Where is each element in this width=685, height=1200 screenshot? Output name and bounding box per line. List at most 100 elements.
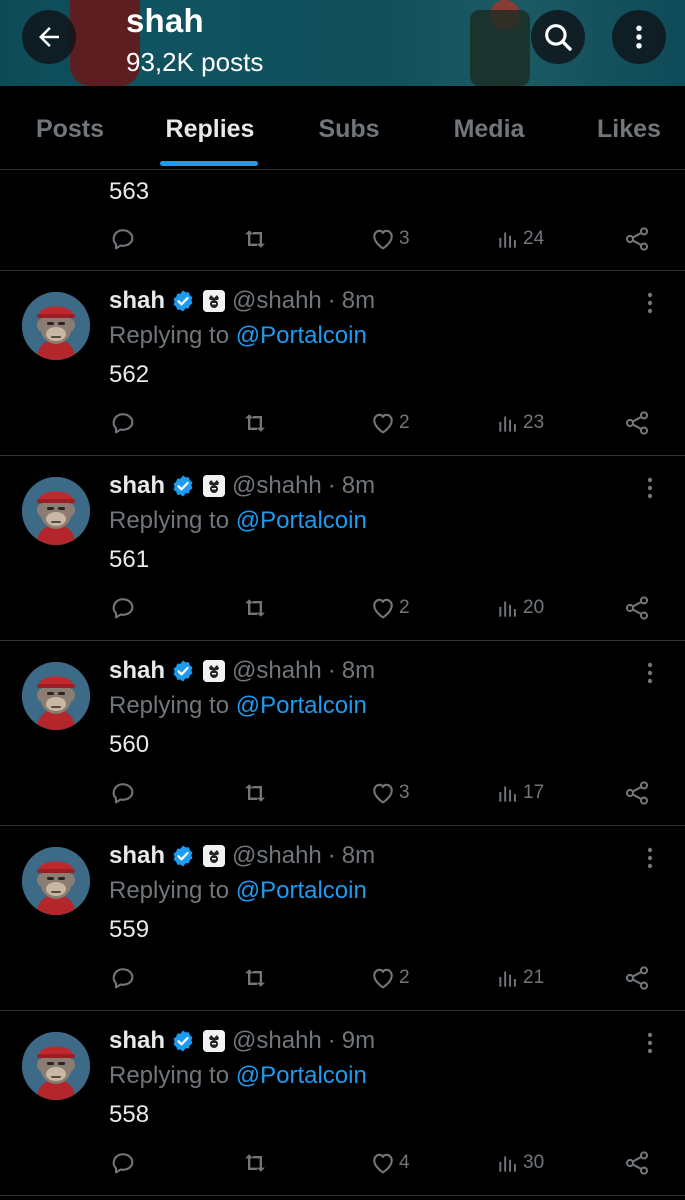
- view-count: 23: [523, 412, 545, 433]
- search-icon: [545, 24, 572, 51]
- more-options-button[interactable]: [612, 10, 666, 64]
- post-timestamp[interactable]: 9m: [342, 1027, 375, 1055]
- post-text: 559: [109, 916, 150, 943]
- profile-post-count: 93,2K posts: [126, 47, 264, 77]
- post-timestamp[interactable]: 8m: [342, 287, 375, 315]
- share-button[interactable]: [623, 593, 651, 623]
- search-button[interactable]: [531, 10, 585, 64]
- author-handle[interactable]: @shahh: [232, 657, 322, 685]
- more-vertical-icon[interactable]: [640, 475, 660, 501]
- views-icon: [499, 601, 516, 617]
- more-vertical-icon[interactable]: [640, 845, 660, 871]
- mention-link[interactable]: @Portalcoin: [236, 877, 367, 904]
- share-button[interactable]: [623, 408, 651, 438]
- avatar[interactable]: [22, 847, 90, 915]
- tab-likes[interactable]: Likes: [597, 86, 661, 169]
- mention-link[interactable]: @Portalcoin: [236, 1062, 367, 1089]
- post-item[interactable]: shah @shahh · 8m Replying to @Portalcoin: [0, 455, 685, 641]
- share-button[interactable]: [623, 778, 651, 808]
- views-button[interactable]: 20: [495, 593, 544, 623]
- reply-button[interactable]: [109, 778, 137, 808]
- avatar[interactable]: [22, 1032, 90, 1100]
- author-handle[interactable]: @shahh: [232, 1027, 322, 1055]
- author-name[interactable]: shah: [109, 472, 165, 500]
- post-item[interactable]: 563 3 24: [0, 170, 685, 271]
- views-button[interactable]: 17: [495, 778, 544, 808]
- back-button[interactable]: [22, 10, 76, 64]
- post-text: 560: [109, 731, 150, 758]
- avatar[interactable]: [22, 477, 90, 545]
- post-text: 558: [109, 1101, 150, 1128]
- avatar[interactable]: [22, 662, 90, 730]
- author-name[interactable]: shah: [109, 1027, 165, 1055]
- verified-badge-icon: [173, 660, 193, 682]
- post-item[interactable]: shah @shahh · 8m Replying to @Portalcoin: [0, 270, 685, 456]
- heart-icon: [373, 968, 393, 989]
- post-timestamp[interactable]: 8m: [342, 842, 375, 870]
- reply-button[interactable]: [109, 1148, 137, 1178]
- share-button[interactable]: [623, 224, 651, 254]
- views-button[interactable]: 30: [495, 1148, 544, 1178]
- repost-button[interactable]: [240, 408, 270, 438]
- tab-subs[interactable]: Subs: [318, 86, 379, 169]
- post-timestamp[interactable]: 8m: [342, 472, 375, 500]
- more-vertical-icon[interactable]: [640, 290, 660, 316]
- reply-button[interactable]: [109, 408, 137, 438]
- repost-icon: [245, 414, 265, 432]
- views-button[interactable]: 24: [495, 224, 544, 254]
- author-handle[interactable]: @shahh: [232, 842, 322, 870]
- post-actions: 4 30: [0, 1148, 685, 1178]
- post-item[interactable]: shah @shahh · 9m Replying to @Portalcoin: [0, 1010, 685, 1196]
- replying-to-label: Replying to: [109, 507, 230, 534]
- replying-to-label: Replying to: [109, 1062, 230, 1089]
- like-button[interactable]: 4: [369, 1148, 410, 1178]
- author-name[interactable]: shah: [109, 657, 165, 685]
- ape-avatar-icon: [22, 292, 90, 360]
- reply-icon: [112, 598, 134, 619]
- tab-posts[interactable]: Posts: [36, 86, 104, 169]
- like-button[interactable]: 2: [369, 593, 410, 623]
- post-actions: 2 20: [0, 593, 685, 623]
- repost-button[interactable]: [240, 593, 270, 623]
- repost-button[interactable]: [240, 1148, 270, 1178]
- share-button[interactable]: [623, 963, 651, 993]
- like-button[interactable]: 3: [369, 778, 410, 808]
- tab-media[interactable]: Media: [454, 86, 525, 169]
- reply-button[interactable]: [109, 593, 137, 623]
- mention-link[interactable]: @Portalcoin: [236, 507, 367, 534]
- mention-link[interactable]: @Portalcoin: [236, 692, 367, 719]
- repost-button[interactable]: [240, 778, 270, 808]
- replying-to-line: Replying to @Portalcoin: [109, 692, 367, 720]
- share-button[interactable]: [623, 1148, 651, 1178]
- affiliate-badge-icon: [203, 845, 226, 867]
- tab-replies[interactable]: Replies: [166, 86, 255, 169]
- author-name[interactable]: shah: [109, 842, 165, 870]
- post-item[interactable]: shah @shahh · 8m Replying to @Portalcoin: [0, 825, 685, 1011]
- author-name[interactable]: shah: [109, 287, 165, 315]
- replying-to-label: Replying to: [109, 322, 230, 349]
- mention-link[interactable]: @Portalcoin: [236, 322, 367, 349]
- reply-button[interactable]: [109, 963, 137, 993]
- more-vertical-icon[interactable]: [640, 1030, 660, 1056]
- post-item[interactable]: shah @shahh · 8m Replying to @Portalcoin: [0, 640, 685, 826]
- like-button[interactable]: 3: [369, 224, 410, 254]
- views-button[interactable]: 21: [495, 963, 544, 993]
- views-button[interactable]: 23: [495, 408, 544, 438]
- author-handle[interactable]: @shahh: [232, 472, 322, 500]
- author-handle[interactable]: @shahh: [232, 287, 322, 315]
- replying-to-line: Replying to @Portalcoin: [109, 322, 367, 350]
- repost-button[interactable]: [240, 224, 270, 254]
- like-button[interactable]: 2: [369, 963, 410, 993]
- verified-badge-icon: [173, 290, 193, 312]
- share-icon: [625, 596, 649, 620]
- reply-button[interactable]: [109, 224, 137, 254]
- view-count: 20: [523, 597, 545, 618]
- heart-icon: [373, 1153, 393, 1174]
- ape-avatar-icon: [22, 847, 90, 915]
- avatar[interactable]: [22, 292, 90, 360]
- repost-button[interactable]: [240, 963, 270, 993]
- more-vertical-icon[interactable]: [640, 660, 660, 686]
- separator-dot: ·: [327, 287, 336, 314]
- like-button[interactable]: 2: [369, 408, 410, 438]
- post-timestamp[interactable]: 8m: [342, 657, 375, 685]
